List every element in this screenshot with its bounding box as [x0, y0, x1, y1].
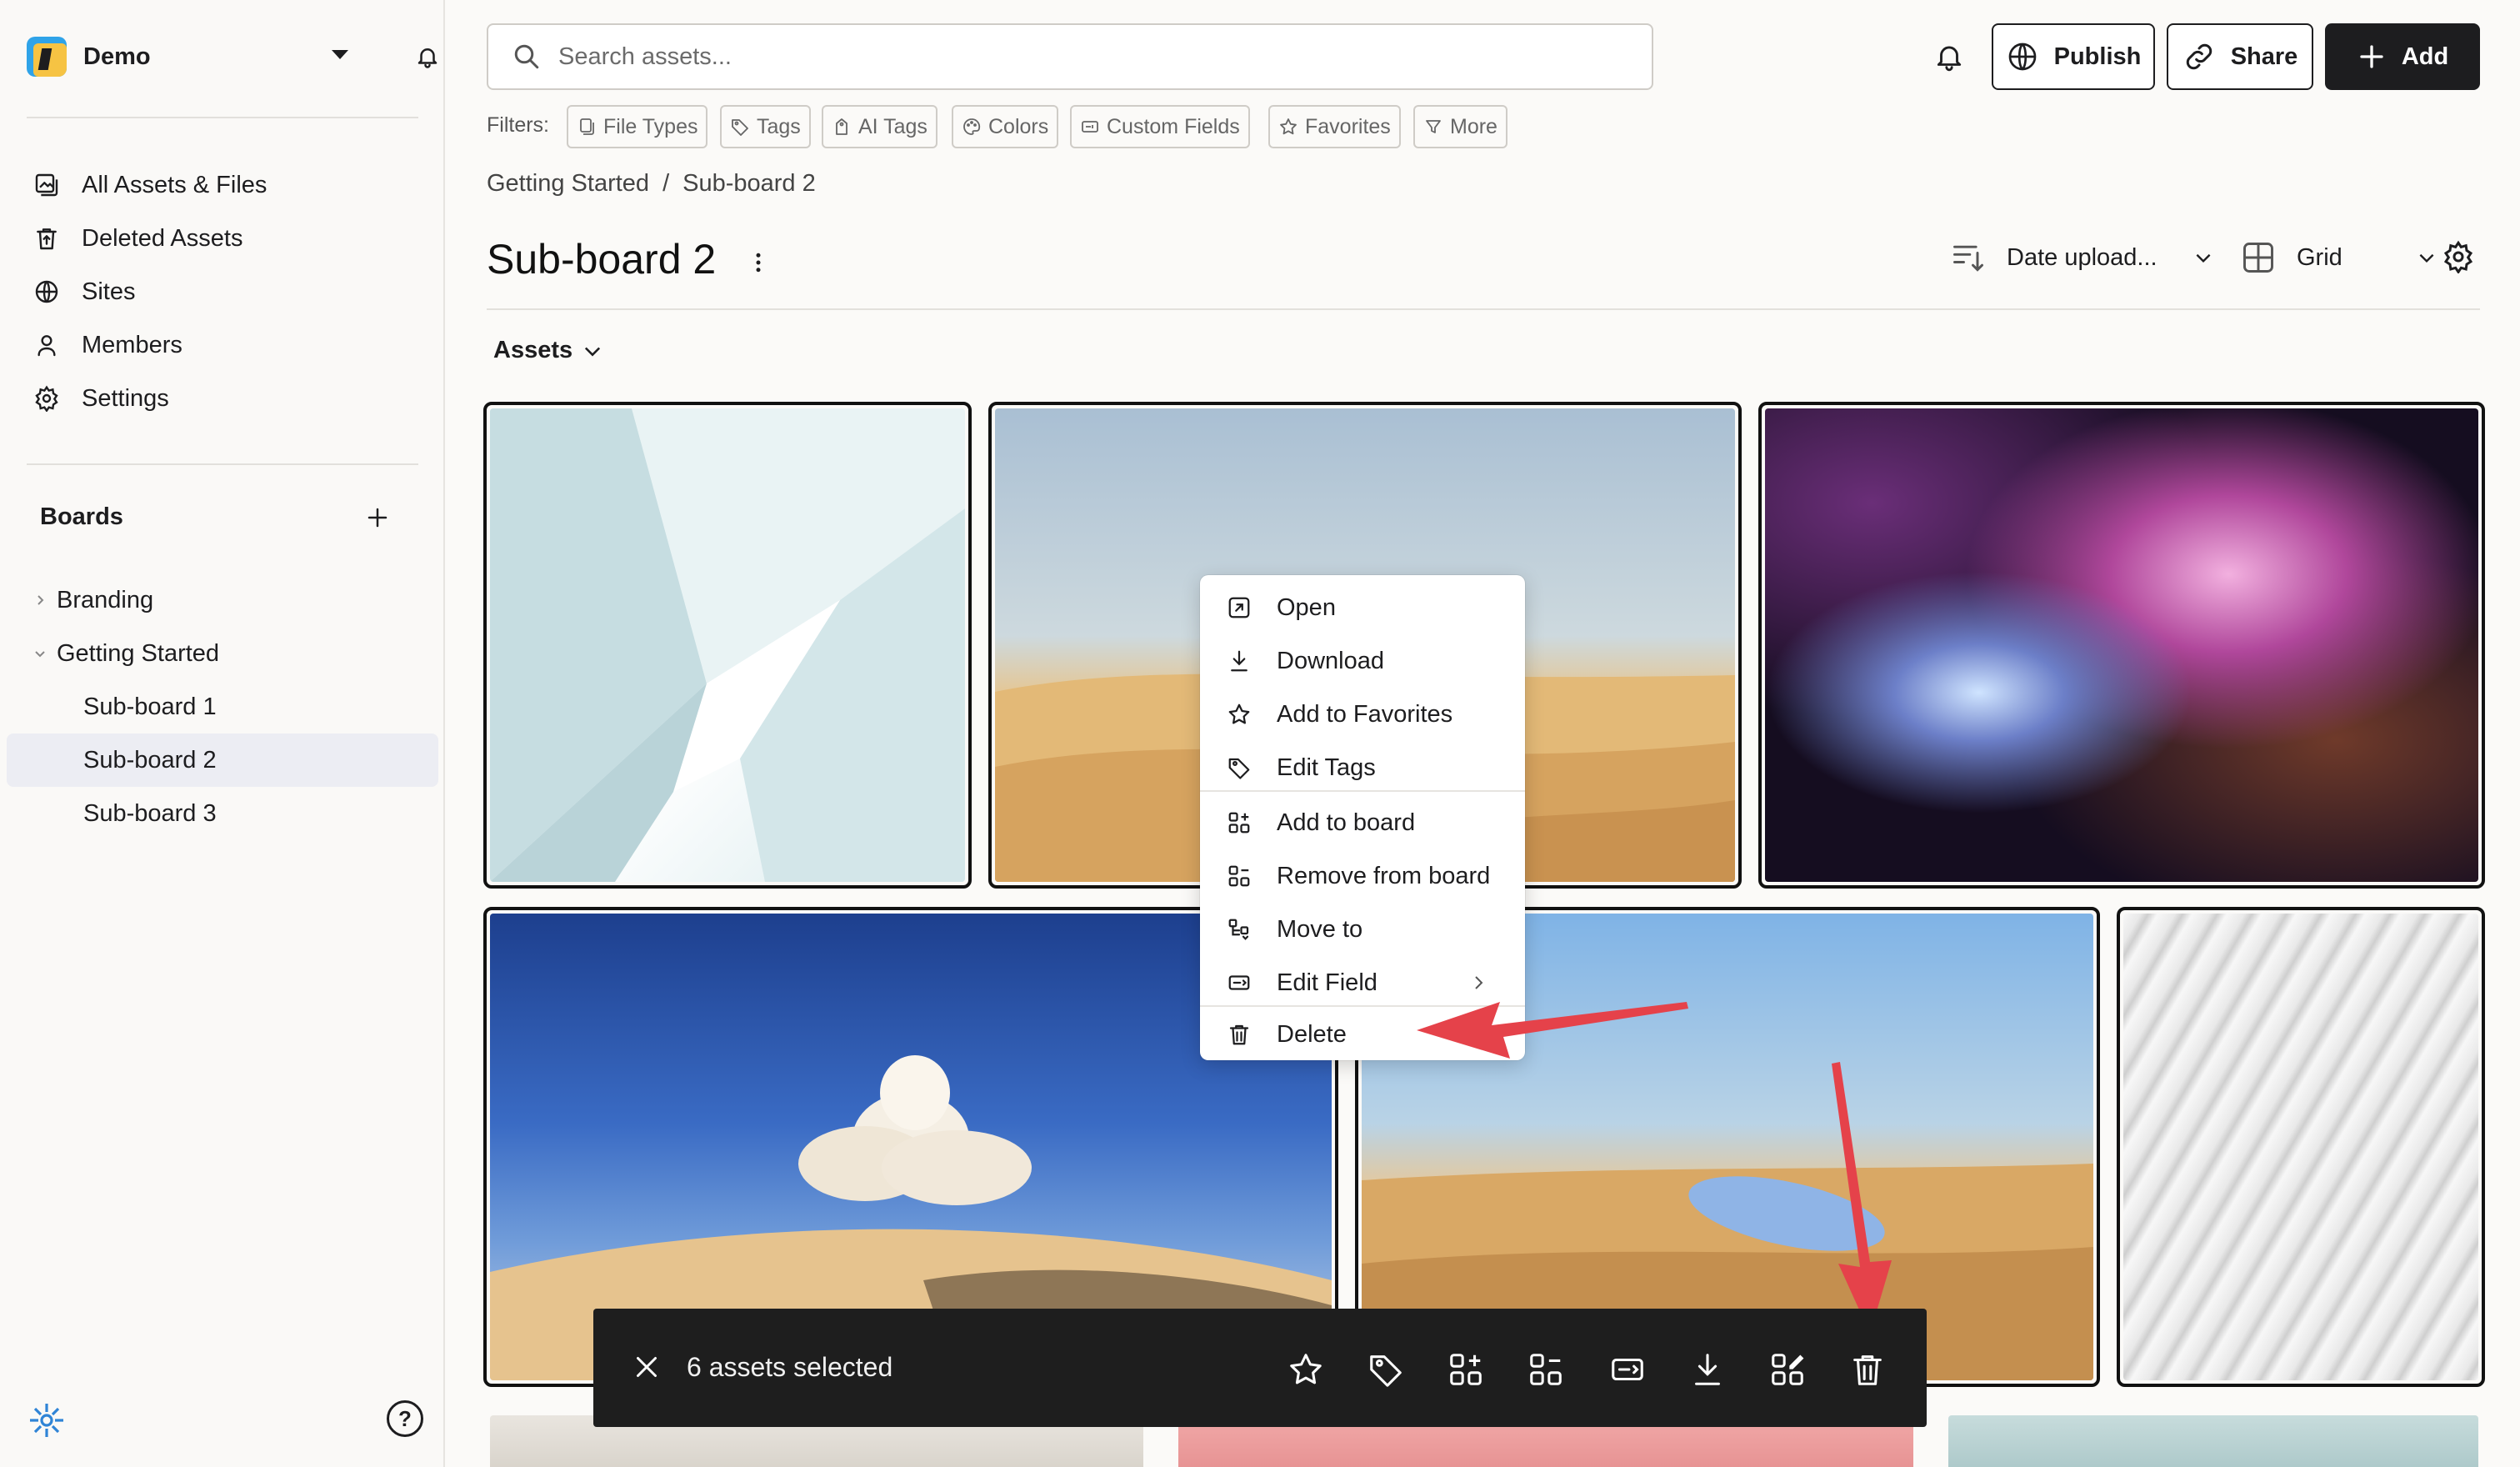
arrow-to-delete [1417, 1002, 1688, 1059]
selection-action-bar: 6 assets selected [593, 1309, 1927, 1427]
close-selection-icon[interactable] [632, 1352, 662, 1382]
trash-icon[interactable] [1848, 1350, 1887, 1389]
edit-boards-icon[interactable] [1768, 1350, 1807, 1389]
star-icon[interactable] [1287, 1350, 1325, 1389]
tag-icon[interactable] [1367, 1350, 1405, 1389]
download-icon[interactable] [1688, 1350, 1727, 1389]
arrow-to-trash [1832, 1062, 1892, 1334]
add-to-board-icon[interactable] [1447, 1350, 1485, 1389]
annotation-arrows [1417, 1002, 1892, 1334]
selection-count: 6 assets selected [687, 1352, 893, 1382]
remove-from-board-icon[interactable] [1527, 1350, 1565, 1389]
field-icon[interactable] [1608, 1350, 1647, 1389]
